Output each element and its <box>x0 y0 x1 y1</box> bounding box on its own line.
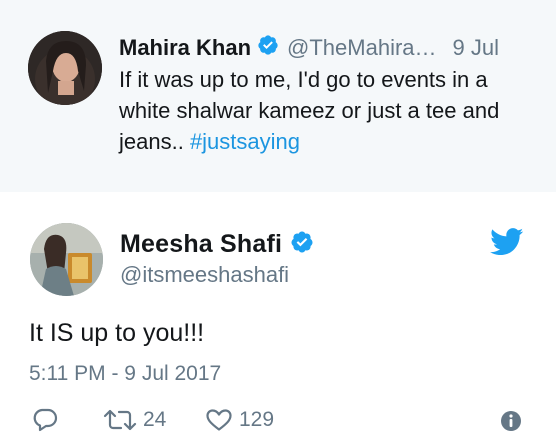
heart-icon <box>205 408 233 432</box>
main-author-handle[interactable]: @itsmeeshashafi <box>120 262 289 288</box>
retweet-icon <box>103 408 137 432</box>
avatar-image <box>28 31 102 105</box>
like-count: 129 <box>239 408 275 431</box>
main-avatar[interactable] <box>30 223 103 296</box>
reply-icon <box>32 408 58 432</box>
tweet-actions: 24 129 <box>0 404 556 440</box>
hashtag-link[interactable]: #justsaying <box>190 129 300 154</box>
parent-author-name[interactable]: Mahira Khan <box>119 35 251 61</box>
parent-tweet-body: If it was up to me, I'd go to events in … <box>119 67 500 154</box>
parent-tweet-text: If it was up to me, I'd go to events in … <box>119 64 539 157</box>
like-button[interactable]: 129 <box>205 408 274 432</box>
avatar-image <box>30 223 103 296</box>
tweet-timestamp[interactable]: 5:11 PM - 9 Jul 2017 <box>29 362 221 386</box>
parent-author-handle[interactable]: @TheMahira… <box>287 35 437 61</box>
retweet-button[interactable]: 24 <box>103 408 166 432</box>
verified-badge-icon <box>290 230 314 259</box>
verified-badge-icon <box>257 34 279 61</box>
retweet-count: 24 <box>143 408 167 431</box>
parent-tweet[interactable]: Mahira Khan @TheMahira… 9 Jul If it was … <box>0 0 556 192</box>
info-button[interactable] <box>500 410 522 432</box>
main-author-name[interactable]: Meesha Shafi <box>120 230 282 259</box>
reply-button[interactable] <box>32 408 58 432</box>
twitter-bird-icon[interactable] <box>490 228 524 261</box>
main-tweet-text: It IS up to you!!! <box>29 319 205 347</box>
parent-tweet-date[interactable]: 9 Jul <box>453 35 499 61</box>
info-icon <box>500 410 522 432</box>
parent-avatar[interactable] <box>28 31 102 105</box>
